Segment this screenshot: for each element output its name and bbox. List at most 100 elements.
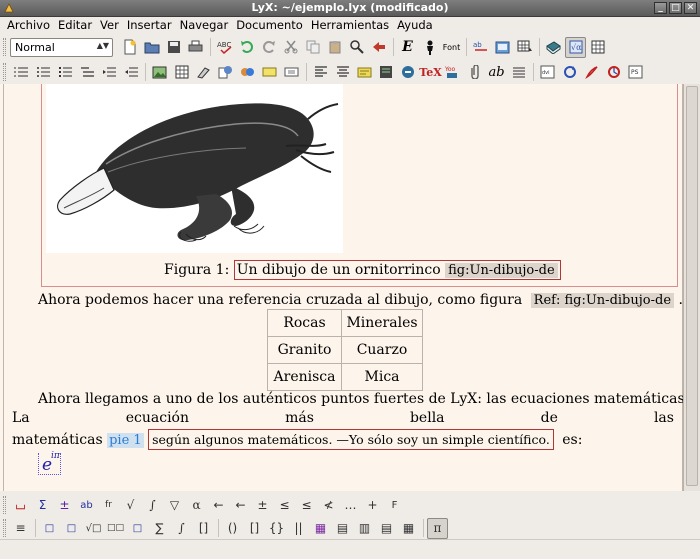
math-relations2-button[interactable]: ≤ [296, 495, 317, 516]
table-cell[interactable]: Arenisca [267, 363, 342, 391]
menu-ver[interactable]: Ver [96, 17, 123, 34]
table-panel-toggle[interactable] [587, 37, 608, 58]
math-frac-button[interactable]: □ [127, 518, 148, 539]
paragraph-style-select[interactable]: Normal ▲▼ [10, 37, 113, 57]
math-functions-button[interactable]: F [384, 495, 405, 516]
paragraph-equations-line2[interactable]: La ecuación más bella de las [12, 410, 674, 426]
math-font-button[interactable]: ab [76, 495, 97, 516]
math-dots-button[interactable]: … [340, 495, 361, 516]
data-table[interactable]: Rocas Minerales Granito Cuarzo Arenisca … [267, 309, 423, 391]
undo-button[interactable] [236, 37, 257, 58]
tex-code-button[interactable]: TeX [419, 62, 441, 83]
math-superscript-button[interactable]: □ [61, 518, 82, 539]
footnote-inset[interactable]: según algunos matemáticos. —Yo sólo soy … [148, 429, 554, 450]
math-add-column-button[interactable]: ▥ [354, 518, 375, 539]
math-display-button[interactable]: ≡ [10, 518, 31, 539]
table-cell[interactable]: Mica [341, 363, 423, 391]
table-cell[interactable]: Minerales [341, 309, 423, 337]
toolbar-grip[interactable] [3, 63, 6, 81]
open-button[interactable] [141, 37, 162, 58]
bibtex-button[interactable]: Yoo [442, 62, 463, 83]
figure-caption-inset[interactable]: Un dibujo de un ornitorrinco fig:Un-dibu… [233, 260, 561, 280]
math-subscript-button[interactable]: □ [39, 518, 60, 539]
print-button[interactable] [185, 37, 206, 58]
find-replace-button[interactable] [346, 37, 367, 58]
menu-archivo[interactable]: Archivo [3, 17, 54, 34]
table-button[interactable] [514, 37, 535, 58]
menu-insertar[interactable]: Insertar [123, 17, 176, 34]
figure-caption[interactable]: Figura 1: Un dibujo de un ornitorrinco f… [164, 260, 561, 280]
font-button[interactable]: Font [441, 37, 462, 58]
new-document-button[interactable] [119, 37, 140, 58]
insert-frame-button[interactable] [281, 62, 302, 83]
math-arrows2-button[interactable]: ← [230, 495, 251, 516]
enumerate-button[interactable] [54, 62, 75, 83]
figure-label[interactable]: fig:Un-dibujo-de [445, 263, 558, 278]
math-add-row-button[interactable]: ▤ [332, 518, 353, 539]
math-brackets-button[interactable]: [] [193, 518, 214, 539]
change-tracking-button[interactable]: ab [470, 37, 491, 58]
cross-reference-inset[interactable]: Ref: fig:Un-dibujo-de [530, 293, 675, 308]
insert-table-button[interactable] [171, 62, 192, 83]
align-left-button[interactable] [310, 62, 331, 83]
table-cell[interactable]: Cuarzo [341, 336, 423, 364]
increase-depth-button[interactable] [98, 62, 119, 83]
emphasis-button[interactable]: E [397, 37, 418, 58]
math-square-brackets-button[interactable]: [] [244, 518, 265, 539]
insert-graphics-button[interactable] [149, 62, 170, 83]
paragraph-equations-line1[interactable]: Ahora llegamos a uno de los auténticos p… [38, 391, 689, 407]
insert-marginal-button[interactable] [398, 62, 419, 83]
close-button[interactable]: ✕ [684, 2, 697, 14]
toc-button[interactable] [543, 37, 564, 58]
scrollbar-thumb[interactable] [686, 86, 698, 486]
insert-citation-button[interactable] [464, 62, 485, 83]
math-sum-styles-button[interactable]: Σ [32, 495, 53, 516]
redo-button[interactable] [258, 37, 279, 58]
spellcheck-button[interactable]: ABC [214, 37, 235, 58]
document-canvas[interactable]: Figura 1: Un dibujo de un ornitorrinco f… [0, 84, 700, 491]
math-delete-column-button[interactable]: ▦ [398, 518, 419, 539]
math-sub-sup-button[interactable]: ± [54, 495, 75, 516]
description-button[interactable] [76, 62, 97, 83]
math-inset[interactable]: e iπ [38, 451, 61, 475]
menu-herramientas[interactable]: Herramientas [307, 17, 393, 34]
insert-label-button[interactable]: ab [486, 62, 507, 83]
update-dvi-button[interactable] [559, 62, 580, 83]
math-sum-button[interactable]: ∑ [149, 518, 170, 539]
math-parens-button[interactable]: () [222, 518, 243, 539]
vertical-scrollbar[interactable] [683, 84, 700, 491]
math-fraction-button[interactable]: fr [98, 495, 119, 516]
insert-footnote-button[interactable] [376, 62, 397, 83]
decrease-depth-button[interactable] [120, 62, 141, 83]
math-arrows-button[interactable]: ← [208, 495, 229, 516]
itemize-button[interactable] [32, 62, 53, 83]
align-center-button[interactable] [332, 62, 353, 83]
math-negations-button[interactable]: ≮ [318, 495, 339, 516]
table-cell[interactable]: Granito [267, 336, 342, 364]
insert-box-button[interactable] [259, 62, 280, 83]
math-operators-button[interactable]: ± [252, 495, 273, 516]
math-delete-row-button[interactable]: ▤ [376, 518, 397, 539]
math-nthroot-button[interactable]: □□ [105, 518, 126, 539]
paragraph-reference[interactable]: Ahora podemos hacer una referencia cruza… [38, 292, 683, 308]
math-braces-button[interactable]: {} [266, 518, 287, 539]
platypus-illustration[interactable] [46, 84, 343, 253]
math-root-button[interactable]: √ [120, 495, 141, 516]
view-dvi-button[interactable]: dvi [537, 62, 558, 83]
math-panel-toggle[interactable]: √α [565, 36, 586, 58]
noun-button[interactable] [419, 37, 440, 58]
menu-editar[interactable]: Editar [54, 17, 96, 34]
copy-button[interactable] [302, 37, 323, 58]
math-integral-button[interactable]: ∫ [142, 495, 163, 516]
paragraph-equations-line3[interactable]: matemáticas pie 1 según algunos matemáti… [12, 429, 582, 450]
paste-button[interactable] [324, 37, 345, 58]
insert-note-yellow-button[interactable] [354, 62, 375, 83]
update-pdf-button[interactable] [603, 62, 624, 83]
view-pdf-button[interactable] [492, 37, 513, 58]
math-panel-button[interactable]: π [427, 517, 448, 539]
math-int-button[interactable]: ∫ [171, 518, 192, 539]
math-relations-button[interactable]: ≤ [274, 495, 295, 516]
menu-ayuda[interactable]: Ayuda [393, 17, 437, 34]
toolbar-grip[interactable] [3, 496, 6, 514]
table-cell[interactable]: Rocas [267, 309, 342, 337]
